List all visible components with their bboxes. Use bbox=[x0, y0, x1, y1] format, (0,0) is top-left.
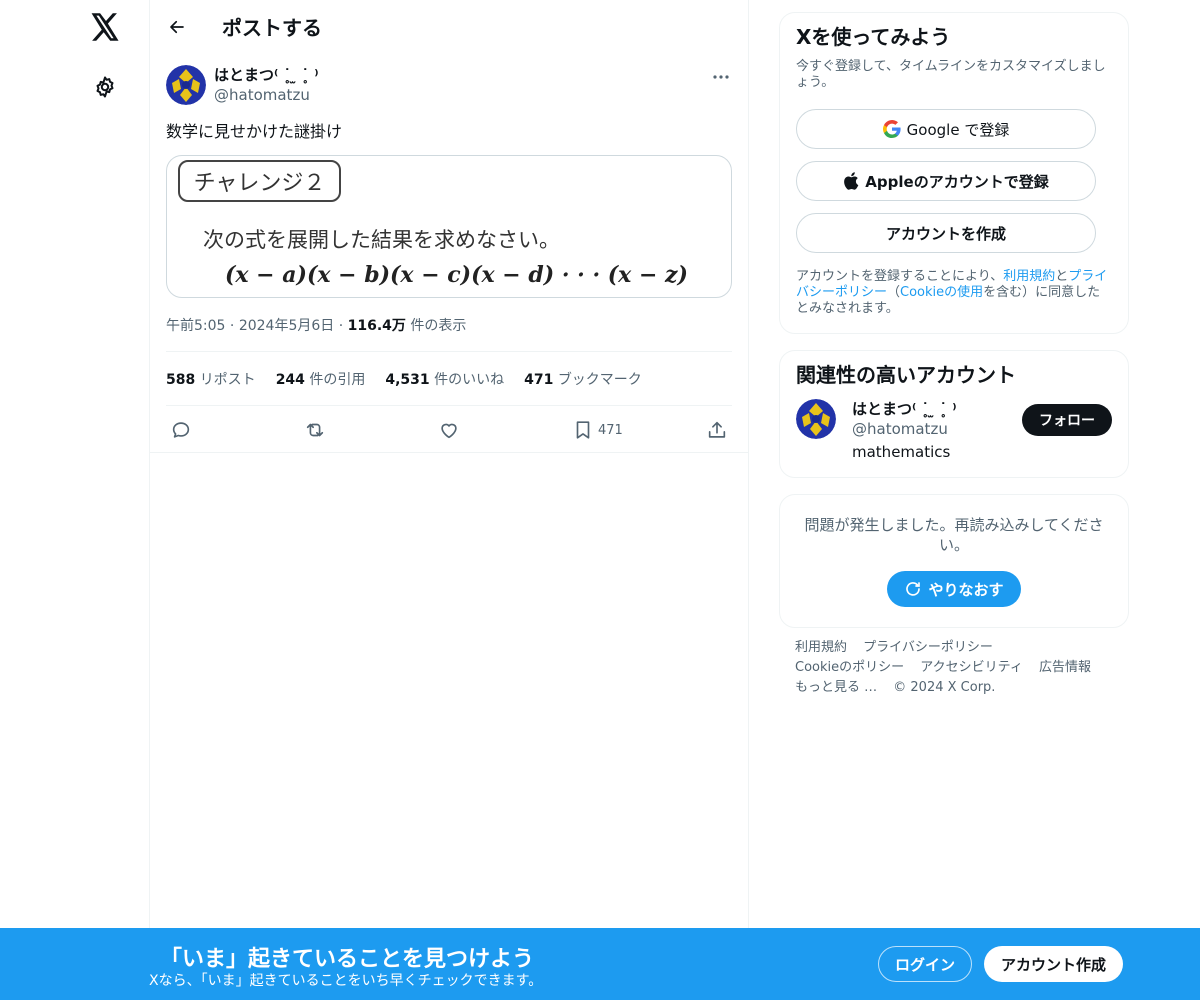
google-signup-label: Google で登録 bbox=[906, 120, 1010, 139]
login-button[interactable]: ログイン bbox=[878, 946, 972, 982]
avatar[interactable] bbox=[796, 399, 836, 439]
handle[interactable]: @hatomatzu bbox=[214, 85, 710, 105]
x-logo-icon[interactable] bbox=[88, 10, 122, 44]
back-arrow-icon[interactable] bbox=[166, 16, 188, 38]
post-stats: 588 リポスト 244 件の引用 4,531 件のいいね 471 ブックマーク bbox=[166, 351, 732, 405]
post-media-image[interactable]: チャレンジ２ 次の式を展開した結果を求めなさい。 (x − a)(x − b)(… bbox=[166, 155, 732, 298]
footer-more-link[interactable]: もっと見る … bbox=[795, 680, 877, 695]
apple-signup-button[interactable]: Appleのアカウントで登録 bbox=[796, 161, 1096, 201]
repost-icon[interactable] bbox=[304, 419, 326, 441]
footer-copyright: © 2024 X Corp. bbox=[893, 680, 996, 695]
create-account-button[interactable]: アカウントを作成 bbox=[796, 213, 1096, 253]
post-author-row: はとまつ⁽ ˙̥ ̫ ˙̥ ⁾ @hatomatzu bbox=[166, 65, 732, 105]
terms-notice: アカウントを登録することにより、利用規約とプライバシーポリシー（Cookieの使… bbox=[796, 269, 1108, 316]
post-actions: 471 bbox=[166, 405, 732, 453]
reply-icon[interactable] bbox=[170, 419, 192, 441]
share-icon[interactable] bbox=[706, 419, 728, 441]
bookmark-count: 471 bbox=[598, 422, 623, 438]
main-column: ポストする はとまつ⁽ ˙̥ ̫ ˙̥ ⁾ @hatomatzu 数学に見せかけ… bbox=[149, 0, 749, 1000]
follow-button[interactable]: フォロー bbox=[1022, 404, 1112, 436]
error-message: 問題が発生しました。再読み込みしてください。 bbox=[804, 516, 1104, 554]
error-card: 問題が発生しました。再読み込みしてください。 やりなおす bbox=[779, 494, 1129, 628]
google-signup-button[interactable]: Google で登録 bbox=[796, 109, 1096, 149]
related-title: 関連性の高いアカウント bbox=[796, 363, 1016, 387]
left-navigation bbox=[0, 0, 150, 1000]
footer-ads-link[interactable]: 広告情報 bbox=[1039, 660, 1091, 675]
likes-stat[interactable]: 4,531 件のいいね bbox=[385, 369, 504, 389]
post-date[interactable]: 2024年5月6日 bbox=[239, 318, 334, 334]
signup-button[interactable]: アカウント作成 bbox=[984, 946, 1123, 982]
footer-cookie-link[interactable]: Cookieのポリシー bbox=[795, 660, 904, 675]
related-accounts-card: 関連性の高いアカウント はとまつ⁽ ˙̥ ̫ ˙̥ ⁾ @hatomatzu m… bbox=[779, 350, 1129, 478]
bookmark-icon bbox=[576, 421, 590, 439]
post-text: 数学に見せかけた謎掛け bbox=[166, 122, 343, 141]
related-account-names: はとまつ⁽ ˙̥ ̫ ˙̥ ⁾ @hatomatzu mathematics bbox=[852, 399, 1022, 461]
signup-card: Xを使ってみよう 今すぐ登録して、タイムラインをカスタマイズしましょう。 Goo… bbox=[779, 12, 1129, 334]
terms-link[interactable]: 利用規約 bbox=[1003, 269, 1055, 284]
display-name[interactable]: はとまつ⁽ ˙̥ ̫ ˙̥ ⁾ bbox=[214, 65, 710, 85]
footer-links: 利用規約 プライバシーポリシー Cookieのポリシー アクセシビリティ 広告情… bbox=[779, 638, 1129, 698]
media-challenge-label: チャレンジ２ bbox=[178, 160, 341, 202]
more-options-icon[interactable] bbox=[710, 67, 732, 87]
refresh-icon bbox=[904, 580, 922, 598]
divider bbox=[150, 452, 748, 453]
right-sidebar: Xを使ってみよう 今すぐ登録して、タイムラインをカスタマイズしましょう。 Goo… bbox=[779, 12, 1129, 698]
retry-label: やりなおす bbox=[928, 580, 1004, 599]
footer-terms-link[interactable]: 利用規約 bbox=[795, 640, 847, 655]
avatar[interactable] bbox=[166, 65, 206, 105]
media-expression: (x − a)(x − b)(x − c)(x − d) · · · (x − … bbox=[225, 262, 688, 288]
views-count: 116.4万 bbox=[347, 318, 406, 334]
footer-privacy-link[interactable]: プライバシーポリシー bbox=[863, 640, 993, 655]
post-meta: 午前5:05 · 2024年5月6日 · 116.4万 件の表示 bbox=[166, 316, 732, 336]
author-names: はとまつ⁽ ˙̥ ̫ ˙̥ ⁾ @hatomatzu bbox=[214, 65, 710, 105]
post-time[interactable]: 午前5:05 bbox=[166, 318, 225, 334]
bookmarks-stat[interactable]: 471 ブックマーク bbox=[524, 369, 642, 389]
post: はとまつ⁽ ˙̥ ̫ ˙̥ ⁾ @hatomatzu 数学に見せかけた謎掛け チ… bbox=[150, 53, 748, 453]
reposts-stat[interactable]: 588 リポスト bbox=[166, 369, 256, 389]
meta-separator: · bbox=[229, 318, 239, 334]
bookmark-button[interactable]: 471 bbox=[572, 419, 623, 441]
cookie-link[interactable]: Cookieの使用 bbox=[900, 285, 983, 300]
banner-title: 「いま」起きていることを見つけよう bbox=[160, 947, 535, 972]
signup-title: Xを使ってみよう bbox=[796, 25, 951, 49]
retry-button[interactable]: やりなおす bbox=[887, 571, 1021, 607]
related-handle[interactable]: @hatomatzu bbox=[852, 419, 1022, 439]
footer-accessibility-link[interactable]: アクセシビリティ bbox=[920, 660, 1023, 675]
meta-separator: · bbox=[338, 318, 348, 334]
apple-signup-label: Appleのアカウントで登録 bbox=[865, 172, 1049, 191]
related-account-row[interactable]: はとまつ⁽ ˙̥ ̫ ˙̥ ⁾ @hatomatzu mathematics フ… bbox=[796, 399, 1112, 461]
signup-subtitle: 今すぐ登録して、タイムラインをカスタマイズしましょう。 bbox=[796, 59, 1106, 90]
related-bio: mathematics bbox=[852, 443, 951, 461]
views-label: 件の表示 bbox=[410, 318, 467, 334]
page-title: ポストする bbox=[222, 16, 322, 40]
create-account-label: アカウントを作成 bbox=[885, 224, 1006, 243]
media-question: 次の式を展開した結果を求めなさい。 bbox=[203, 228, 560, 252]
like-icon[interactable] bbox=[438, 419, 460, 441]
header-bar: ポストする bbox=[150, 0, 748, 53]
related-display-name[interactable]: はとまつ⁽ ˙̥ ̫ ˙̥ ⁾ bbox=[852, 399, 1022, 419]
apple-icon bbox=[843, 172, 859, 190]
quotes-stat[interactable]: 244 件の引用 bbox=[276, 369, 366, 389]
bottom-banner: 「いま」起きていることを見つけよう Xなら、「いま」起きていることをいち早くチェ… bbox=[0, 928, 1200, 1000]
google-icon bbox=[882, 120, 901, 138]
banner-subtitle: Xなら、「いま」起きていることをいち早くチェックできます。 bbox=[149, 973, 543, 989]
gear-icon[interactable] bbox=[90, 72, 120, 102]
